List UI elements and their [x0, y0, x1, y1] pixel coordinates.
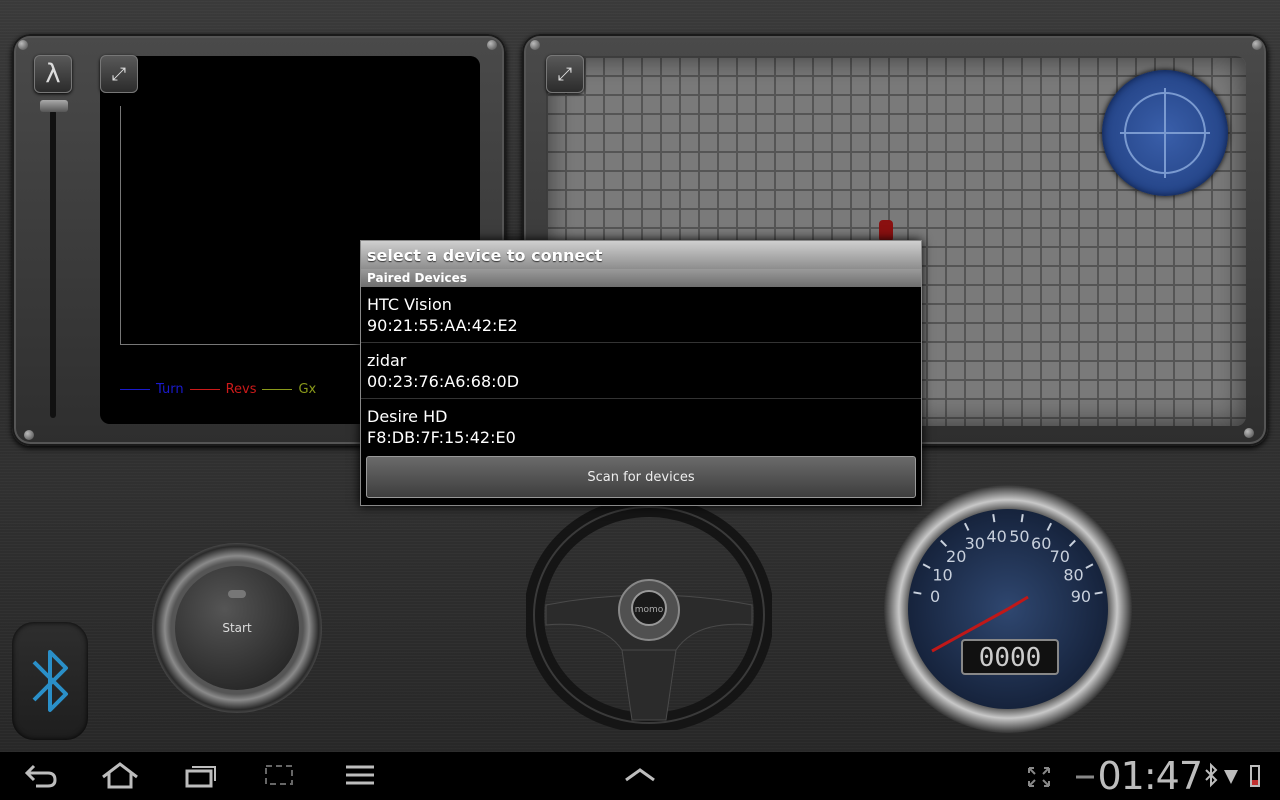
- legend-gx: Gx: [298, 382, 317, 397]
- speed-tick-mark: [992, 514, 996, 523]
- recent-apps-icon[interactable]: [184, 760, 218, 797]
- expand-icon: ⤢: [557, 63, 573, 85]
- device-item[interactable]: HTC Vision 90:21:55:AA:42:E2: [361, 287, 921, 343]
- screw: [1244, 428, 1254, 438]
- device-name: HTC Vision: [367, 294, 452, 314]
- crosshair-radar-icon: [1102, 70, 1228, 196]
- speedometer: 0 10 20 30 40 50 60 70 80 90 0000: [882, 483, 1134, 735]
- legend-line-turn: [120, 389, 150, 390]
- paired-devices-header: Paired Devices: [361, 269, 921, 287]
- screw: [24, 430, 34, 440]
- device-name: Desire HD: [367, 406, 448, 426]
- speed-tick-label: 80: [1063, 566, 1083, 585]
- speed-tick-mark: [1094, 591, 1103, 595]
- battery-icon: [1248, 760, 1262, 797]
- steering-wheel[interactable]: momo: [524, 497, 774, 733]
- device-address: 90:21:55:AA:42:E2: [367, 315, 518, 335]
- speed-tick-mark: [1020, 514, 1024, 523]
- home-icon[interactable]: [100, 760, 140, 797]
- screenshot-icon[interactable]: [262, 760, 296, 797]
- expand-map-button[interactable]: ⤢: [546, 55, 584, 93]
- lambda-icon: λ: [45, 59, 61, 89]
- speed-tick-label: 70: [1050, 547, 1070, 566]
- device-name: zidar: [367, 350, 407, 370]
- speed-tick-label: 50: [1009, 527, 1029, 546]
- chevron-up-icon[interactable]: [622, 760, 658, 797]
- expand-icon: ⤢: [111, 63, 127, 85]
- speed-tick-label: 60: [1031, 534, 1051, 553]
- speed-tick-label: 90: [1071, 587, 1091, 606]
- screw: [487, 40, 497, 50]
- scan-devices-button[interactable]: Scan for devices: [366, 456, 916, 498]
- screw: [18, 40, 28, 50]
- back-icon[interactable]: [24, 760, 58, 797]
- legend-line-gx: [262, 389, 293, 390]
- device-item[interactable]: zidar 00:23:76:A6:68:0D: [361, 343, 921, 399]
- start-label: Start: [222, 621, 252, 635]
- expand-graph-button[interactable]: ⤢: [100, 55, 138, 93]
- bluetooth-status-icon: [1204, 760, 1218, 797]
- crosshair-icon: [1120, 88, 1210, 178]
- status-clock: 01:47: [1097, 754, 1203, 798]
- device-item[interactable]: Desire HD F8:DB:7F:15:42:E0: [361, 399, 921, 454]
- wheel-hub-label: momo: [635, 605, 664, 615]
- minimize-icon[interactable]: [1074, 760, 1096, 797]
- speed-tick-label: 20: [946, 547, 966, 566]
- car-marker-icon: [879, 220, 893, 242]
- speed-tick-label: 40: [986, 527, 1006, 546]
- graph-legend: Turn Revs Gx: [120, 382, 316, 397]
- start-button[interactable]: Start: [175, 566, 299, 690]
- legend-revs: Revs: [225, 382, 257, 397]
- lambda-button[interactable]: λ: [34, 55, 72, 93]
- speedometer-gauge: 0 102030 40 50 607080 90 0000: [884, 485, 1132, 733]
- wifi-icon: [1222, 760, 1240, 797]
- speed-tick-label: 10: [932, 566, 952, 585]
- bluetooth-toggle[interactable]: [12, 622, 88, 740]
- speed-tick-label: 0: [930, 587, 940, 606]
- device-address: 00:23:76:A6:68:0D: [367, 371, 520, 391]
- speed-tick-label: 30: [965, 534, 985, 553]
- sensitivity-slider-track[interactable]: [50, 110, 56, 418]
- screw: [1252, 40, 1262, 50]
- bluetooth-icon: [32, 650, 68, 712]
- device-address: F8:DB:7F:15:42:E0: [367, 427, 516, 447]
- fullscreen-icon[interactable]: [1026, 760, 1052, 797]
- odometer: 0000: [979, 643, 1042, 673]
- screw: [530, 40, 540, 50]
- dialog-title: select a device to connect: [361, 241, 921, 269]
- speed-tick-mark: [913, 591, 922, 595]
- device-picker-dialog: select a device to connect Paired Device…: [360, 240, 922, 506]
- steering-wheel-icon: momo: [524, 497, 774, 733]
- legend-line-revs: [189, 389, 220, 390]
- legend-turn: Turn: [156, 382, 184, 397]
- start-led: [228, 590, 246, 598]
- menu-icon[interactable]: [344, 760, 376, 797]
- sensitivity-slider-handle[interactable]: [40, 100, 68, 112]
